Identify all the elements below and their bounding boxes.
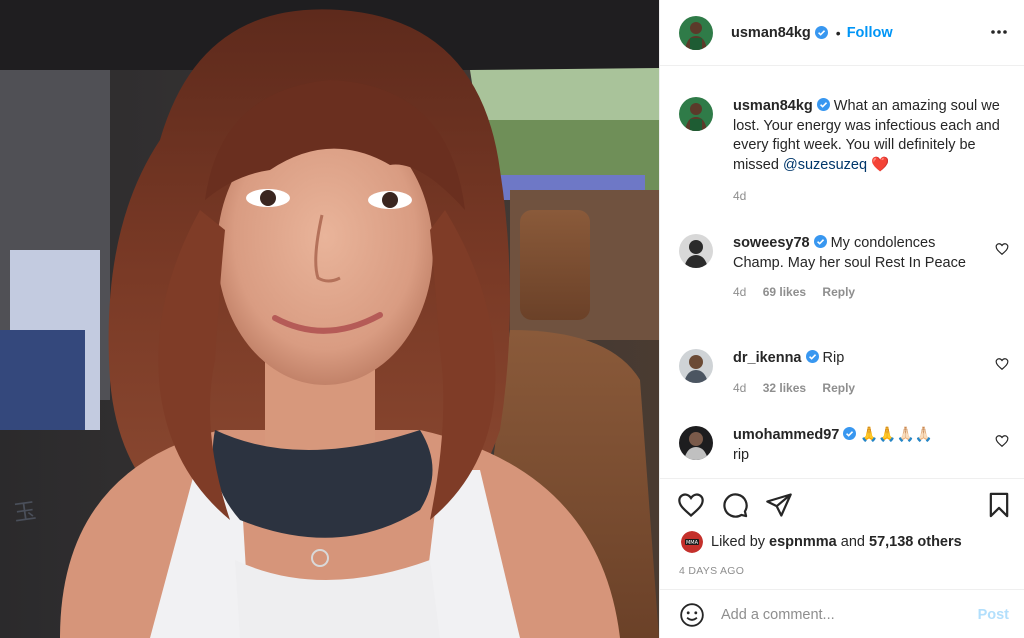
- comment-bubble-icon[interactable]: [721, 491, 749, 519]
- author-username[interactable]: usman84kg: [731, 25, 811, 41]
- emoji-smiley-icon[interactable]: [679, 602, 705, 628]
- caption-age[interactable]: 4d: [733, 189, 746, 203]
- selfie-image: 玉: [0, 0, 659, 638]
- more-options-icon[interactable]: [989, 22, 1009, 42]
- red-heart-emoji: ❤️: [871, 156, 890, 173]
- comment-age[interactable]: 4d: [733, 285, 746, 299]
- commenter-avatar[interactable]: [679, 426, 713, 460]
- like-heart-icon[interactable]: [677, 491, 705, 519]
- like-comment-heart-icon[interactable]: [995, 242, 1009, 256]
- liker-avatar[interactable]: MMA: [681, 531, 703, 553]
- verified-badge-icon: [805, 350, 819, 363]
- verified-badge-icon: [843, 427, 857, 440]
- post-comment-button[interactable]: Post: [978, 607, 1009, 623]
- post-header: usman84kg • Follow: [660, 0, 1024, 66]
- caption-mention[interactable]: @suzesuzeq: [783, 157, 867, 173]
- likes-summary: MMA Liked by espnmma and 57,138 others: [681, 531, 962, 553]
- liked-by-user[interactable]: espnmma: [769, 534, 837, 550]
- caption: usman84kg What an amazing soul we lost. Y…: [679, 97, 1009, 217]
- save-bookmark-icon[interactable]: [985, 491, 1013, 519]
- verified-badge-icon: [813, 235, 827, 248]
- comment-item: soweesy78 My condolences Champ. May her s…: [679, 234, 1009, 334]
- post-photo[interactable]: 玉: [0, 0, 659, 638]
- share-paper-plane-icon[interactable]: [765, 491, 793, 519]
- post-sidebar: usman84kg • Follow usman84kg What an ama…: [659, 0, 1024, 638]
- comment-username[interactable]: soweesy78: [733, 235, 810, 251]
- comment-likes[interactable]: 32 likes: [763, 381, 806, 395]
- reply-button[interactable]: Reply: [822, 381, 855, 395]
- post-timestamp[interactable]: 4 DAYS AGO: [679, 565, 744, 577]
- verified-badge-icon: [814, 26, 828, 39]
- comment-age[interactable]: 4d: [733, 381, 746, 395]
- commenter-avatar[interactable]: [679, 234, 713, 268]
- like-comment-heart-icon[interactable]: [995, 357, 1009, 371]
- comment-username[interactable]: dr_ikenna: [733, 350, 802, 366]
- verified-badge-icon: [816, 98, 830, 111]
- caption-username[interactable]: usman84kg: [733, 98, 813, 114]
- like-comment-heart-icon[interactable]: [995, 434, 1009, 448]
- add-comment-bar: Post: [660, 589, 1024, 638]
- header-separator: •: [835, 24, 841, 41]
- add-comment-input[interactable]: [721, 606, 951, 623]
- comment-text-line2: rip: [733, 446, 750, 463]
- svg-text:玉: 玉: [12, 499, 37, 527]
- action-bar: MMA Liked by espnmma and 57,138 others 4…: [660, 478, 1024, 638]
- comment-item: dr_ikenna Rip 4d 32 likes Reply: [679, 349, 1009, 419]
- author-avatar[interactable]: [679, 15, 713, 50]
- comments-list[interactable]: usman84kg What an amazing soul we lost. Y…: [660, 67, 1024, 478]
- follow-button[interactable]: Follow: [847, 25, 893, 41]
- comment-likes[interactable]: 69 likes: [763, 285, 806, 299]
- comment-text: Rip: [822, 350, 845, 366]
- liked-by-conj: and: [840, 534, 865, 550]
- liked-by-prefix: Liked by: [711, 534, 766, 550]
- comment-username[interactable]: umohammed97: [733, 427, 839, 443]
- caption-avatar[interactable]: [679, 97, 713, 131]
- liked-by-others[interactable]: 57,138 others: [869, 534, 962, 550]
- reply-button[interactable]: Reply: [822, 285, 855, 299]
- comment-text: 🙏🙏🙏🏻🙏🏻: [860, 427, 933, 443]
- svg-text:MMA: MMA: [686, 540, 699, 546]
- commenter-avatar[interactable]: [679, 349, 713, 383]
- comment-item: umohammed97 🙏🙏🙏🏻🙏🏻 rip: [679, 426, 1009, 478]
